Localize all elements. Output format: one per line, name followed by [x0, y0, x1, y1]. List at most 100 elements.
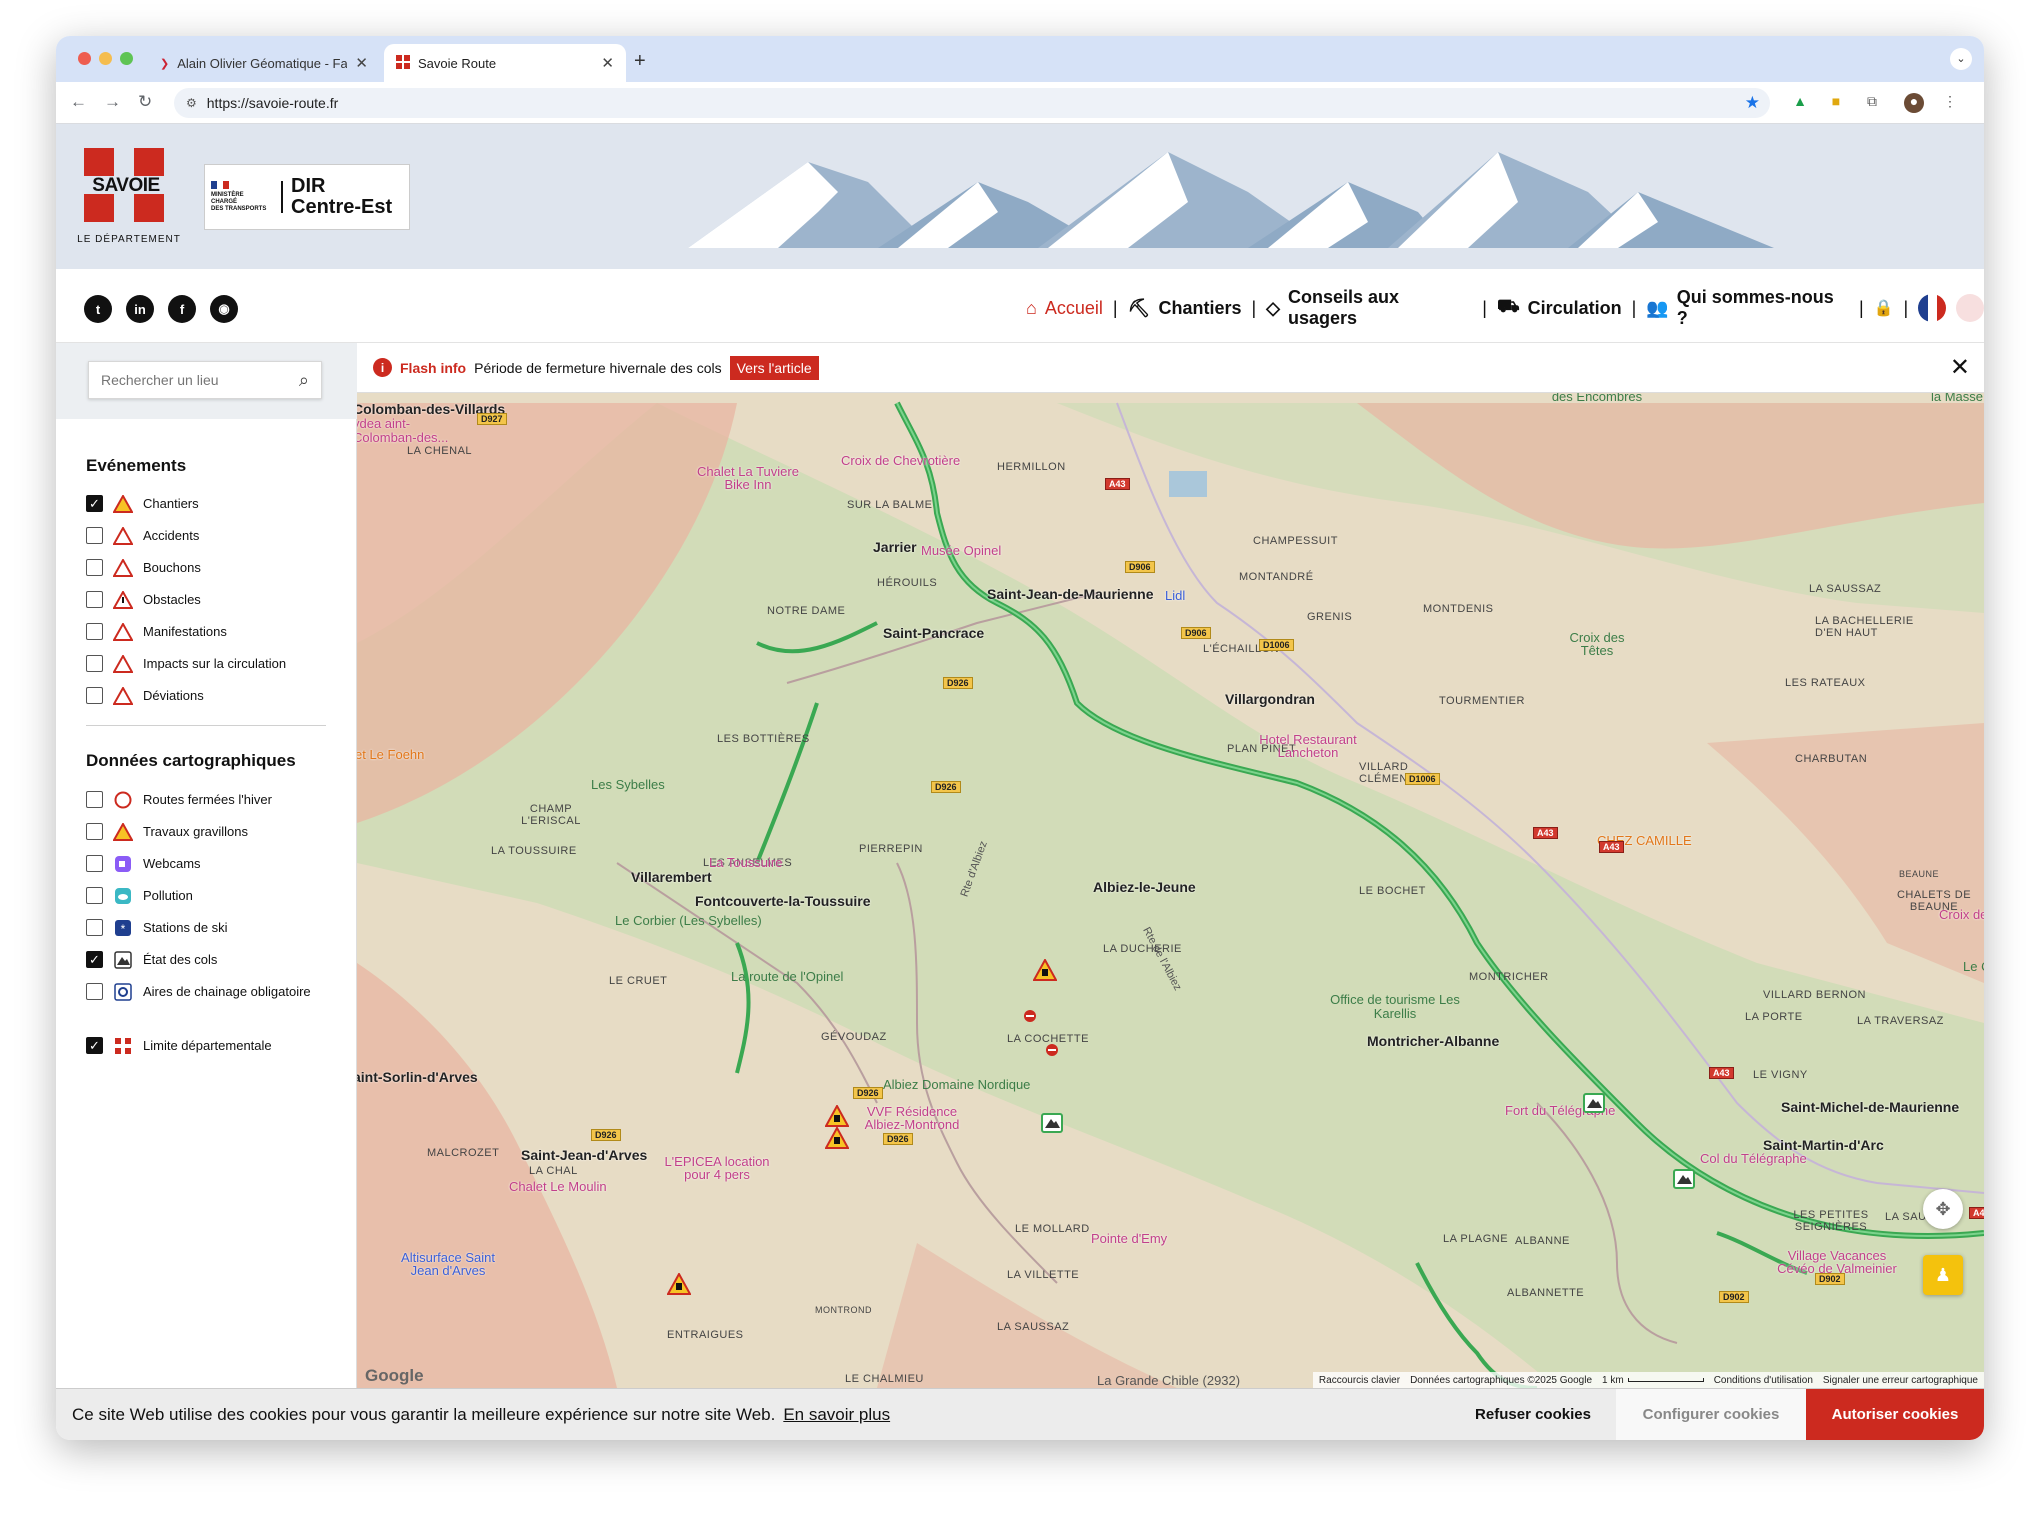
layer-pollution[interactable]: Pollution — [86, 887, 326, 905]
layer-impacts[interactable]: Impacts sur la circulation — [86, 655, 326, 673]
map-poi-label[interactable]: Croix de Chevrotière — [841, 453, 960, 468]
map-poi-label[interactable]: Village Vacances Cévéo de Valmeinier — [1777, 1249, 1897, 1275]
map-poi-label[interactable]: La route de l'Opinel — [731, 969, 843, 984]
layer-manifestations[interactable]: Manifestations — [86, 623, 326, 641]
checkbox[interactable] — [86, 791, 103, 808]
tab-alain-olivier[interactable]: ❯ Alain Olivier Géomatique - Fa ✕ — [148, 44, 380, 82]
map-poi-label[interactable]: La Grande Chible (2932) — [1097, 1373, 1240, 1388]
checkbox[interactable] — [86, 855, 103, 872]
mountain-pass-marker-icon[interactable] — [1673, 1169, 1695, 1194]
layer-travaux-gravillons[interactable]: Travaux gravillons — [86, 823, 326, 841]
minimize-window-button[interactable] — [99, 52, 112, 65]
map-poi-label[interactable]: Les Sybelles — [591, 777, 665, 792]
mountain-pass-marker-icon[interactable] — [1041, 1113, 1063, 1138]
map-view[interactable]: i Flash info Période de fermeture hivern… — [357, 343, 1984, 1388]
keyboard-shortcuts-link[interactable]: Raccourcis clavier — [1319, 1375, 1400, 1386]
map-poi-label[interactable]: Altisurface Saint Jean d'Arves — [393, 1251, 503, 1277]
reload-icon[interactable]: ↻ — [138, 92, 152, 112]
flash-article-button[interactable]: Vers l'article — [729, 355, 819, 380]
browser-menu-icon[interactable]: ⋮ — [1940, 93, 1960, 113]
extensions-puzzle-icon[interactable]: ⧉ — [1862, 93, 1882, 113]
map-poi-label[interactable]: ydea aint-Colomban-des... — [357, 417, 473, 445]
layer-chantiers[interactable]: ✓ Chantiers — [86, 495, 326, 513]
checkbox[interactable] — [86, 887, 103, 904]
bookmark-star-icon[interactable]: ★ — [1745, 93, 1760, 113]
map-poi-label[interactable]: Pointe d'Emy — [1091, 1231, 1167, 1246]
checkbox[interactable] — [86, 983, 103, 1000]
rss-icon[interactable]: ◉ — [210, 295, 238, 323]
checkbox[interactable]: ✓ — [86, 951, 103, 968]
layer-webcams[interactable]: Webcams — [86, 855, 326, 873]
checkbox[interactable] — [86, 623, 103, 640]
layer-routes-fermees[interactable]: Routes fermées l'hiver — [86, 791, 326, 809]
french-flag-icon[interactable] — [1918, 294, 1947, 322]
terms-link[interactable]: Conditions d'utilisation — [1714, 1375, 1813, 1386]
checkbox[interactable]: ✓ — [86, 1037, 103, 1054]
nav-conseils[interactable]: ◇ Conseils aux usagers — [1266, 287, 1472, 329]
close-tab-icon[interactable]: ✕ — [355, 54, 368, 72]
lock-icon[interactable]: 🔒 — [1874, 298, 1894, 318]
profile-avatar[interactable]: ● — [1904, 93, 1924, 113]
map-poi-label[interactable]: L'EPICEA location pour 4 pers — [657, 1155, 777, 1181]
map-poi-label[interactable]: La Toussuire — [709, 855, 782, 870]
map-poi-label[interactable]: Col du Télégraphe — [1700, 1151, 1807, 1166]
configure-cookies-button[interactable]: Configurer cookies — [1616, 1389, 1806, 1440]
map-poi-label[interactable]: Musée Opinel — [921, 543, 1001, 558]
back-icon[interactable]: ← — [70, 92, 87, 112]
checkbox[interactable] — [86, 655, 103, 672]
layer-stations-ski[interactable]: * Stations de ski — [86, 919, 326, 937]
map-poi-label[interactable]: et Le Foehn — [357, 747, 424, 762]
search-icon[interactable]: ⌕ — [299, 370, 309, 391]
layer-accidents[interactable]: Accidents — [86, 527, 326, 545]
dir-centre-est-logo[interactable]: MINISTÈRE CHARGÉ DES TRANSPORTS DIR Cent… — [204, 164, 410, 230]
checkbox[interactable]: ✓ — [86, 495, 103, 512]
checkbox[interactable] — [86, 823, 103, 840]
nav-circulation[interactable]: ⛟ Circulation — [1497, 296, 1622, 320]
map-poi-label[interactable]: Albiez Domaine Nordique — [883, 1077, 1030, 1092]
checkbox[interactable] — [86, 687, 103, 704]
checkbox[interactable] — [86, 591, 103, 608]
map-poi-label[interactable]: Le C — [1963, 959, 1984, 974]
place-search-input[interactable]: Rechercher un lieu ⌕ — [88, 361, 322, 399]
twitter-icon[interactable]: t — [84, 295, 112, 323]
close-icon[interactable]: ✕ — [1950, 353, 1970, 382]
layer-etat-cols[interactable]: ✓ État des cols — [86, 951, 326, 969]
cookie-learn-more-link[interactable]: En savoir plus — [783, 1405, 890, 1425]
no-entry-icon[interactable] — [1045, 1043, 1059, 1062]
roadworks-marker-icon[interactable] — [824, 1125, 850, 1154]
layer-limite-departementale[interactable]: ✓ Limite départementale — [86, 1037, 326, 1055]
map-poi-label[interactable]: VVF Résidence Albiez-Montrond — [857, 1105, 967, 1131]
layer-bouchons[interactable]: Bouchons — [86, 559, 326, 577]
linkedin-icon[interactable]: in — [126, 295, 154, 323]
mountain-pass-marker-icon[interactable] — [1583, 1093, 1605, 1118]
nav-chantiers[interactable]: ⛏ Chantiers — [1128, 298, 1242, 319]
map-poi-label[interactable]: Chalet Le Moulin — [509, 1179, 607, 1194]
layer-deviations[interactable]: Déviations — [86, 687, 326, 705]
english-flag-icon[interactable] — [1956, 294, 1984, 322]
map-poi-label[interactable]: Chalet La Tuviere Bike Inn — [693, 465, 803, 491]
site-settings-icon[interactable]: ⚙ — [186, 96, 197, 110]
forward-icon[interactable]: → — [104, 92, 121, 112]
new-tab-icon[interactable]: + — [634, 50, 646, 73]
refuse-cookies-button[interactable]: Refuser cookies — [1450, 1389, 1616, 1440]
map-poi-label[interactable]: Lidl — [1165, 588, 1185, 603]
maximize-window-button[interactable] — [120, 52, 133, 65]
map-poi-label[interactable]: Croix des Têtes — [1567, 631, 1627, 657]
close-tab-icon[interactable]: ✕ — [601, 54, 614, 72]
accept-cookies-button[interactable]: Autoriser cookies — [1806, 1389, 1984, 1440]
savoie-logo[interactable]: SAVOIE LE DÉPARTEMENT — [72, 148, 186, 248]
drive-extension-icon[interactable]: ▲ — [1790, 93, 1810, 113]
map-poi-label[interactable]: Office de tourisme Les Karellis — [1325, 993, 1465, 1021]
layer-aires-chainage[interactable]: Aires de chainage obligatoire — [86, 983, 326, 1001]
map-poi-label[interactable]: Le Corbier (Les Sybelles) — [615, 913, 762, 928]
tab-savoie-route[interactable]: Savoie Route ✕ — [384, 44, 626, 82]
roadworks-marker-icon[interactable] — [1032, 957, 1058, 986]
checkbox[interactable] — [86, 527, 103, 544]
checkbox[interactable] — [86, 559, 103, 576]
keep-extension-icon[interactable]: ■ — [1826, 93, 1846, 113]
address-bar[interactable]: ⚙ https://savoie-route.fr ★ — [174, 88, 1770, 118]
report-error-link[interactable]: Signaler une erreur cartographique — [1823, 1375, 1978, 1386]
nav-qui-sommes-nous[interactable]: 👥 Qui sommes-nous ? — [1646, 287, 1849, 329]
map-poi-label[interactable]: Hotel Restaurant Lancheton — [1253, 733, 1363, 759]
map-poi-label[interactable]: Croix de Beaumo — [1939, 907, 1984, 922]
